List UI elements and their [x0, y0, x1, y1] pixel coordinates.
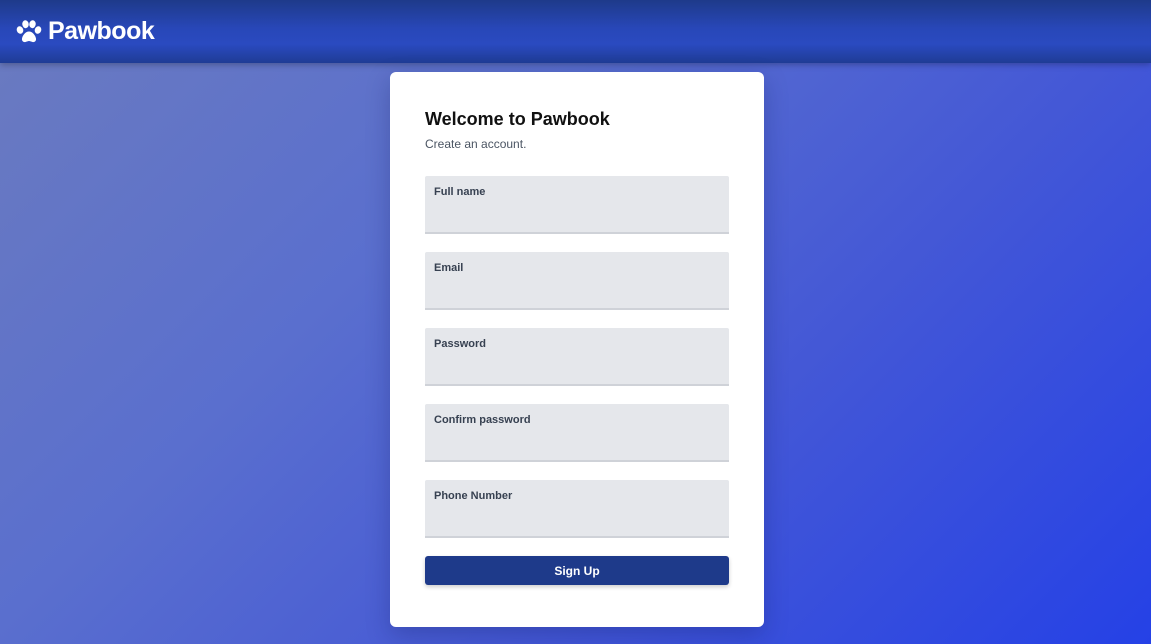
page-subtitle: Create an account. — [425, 137, 527, 151]
confirm-password-input[interactable] — [434, 431, 720, 455]
signup-card: Welcome to Pawbook Create an account. Fu… — [390, 72, 764, 627]
email-field[interactable]: Email — [425, 252, 729, 310]
password-field[interactable]: Password — [425, 328, 729, 386]
page-title: Welcome to Pawbook — [425, 109, 610, 129]
phone-number-input[interactable] — [434, 507, 720, 531]
phone-number-field[interactable]: Phone Number — [425, 480, 729, 538]
signup-fields: Full name Email Password Confirm passwor… — [425, 176, 729, 538]
password-input[interactable] — [434, 355, 720, 379]
password-label: Password — [434, 338, 486, 350]
email-label: Email — [434, 262, 464, 274]
brand-logo-link[interactable]: Pawbook — [16, 17, 155, 46]
top-navbar: Pawbook — [0, 0, 1151, 63]
phone-number-label: Phone Number — [434, 490, 513, 502]
full-name-field[interactable]: Full name — [425, 176, 729, 234]
brand-name: Pawbook — [48, 17, 155, 45]
confirm-password-label: Confirm password — [434, 414, 531, 426]
sign-up-button[interactable]: Sign Up — [425, 556, 729, 585]
paw-icon — [16, 20, 42, 43]
full-name-input[interactable] — [434, 203, 720, 227]
confirm-password-field[interactable]: Confirm password — [425, 404, 729, 462]
email-input[interactable] — [434, 279, 720, 303]
full-name-label: Full name — [434, 186, 486, 198]
